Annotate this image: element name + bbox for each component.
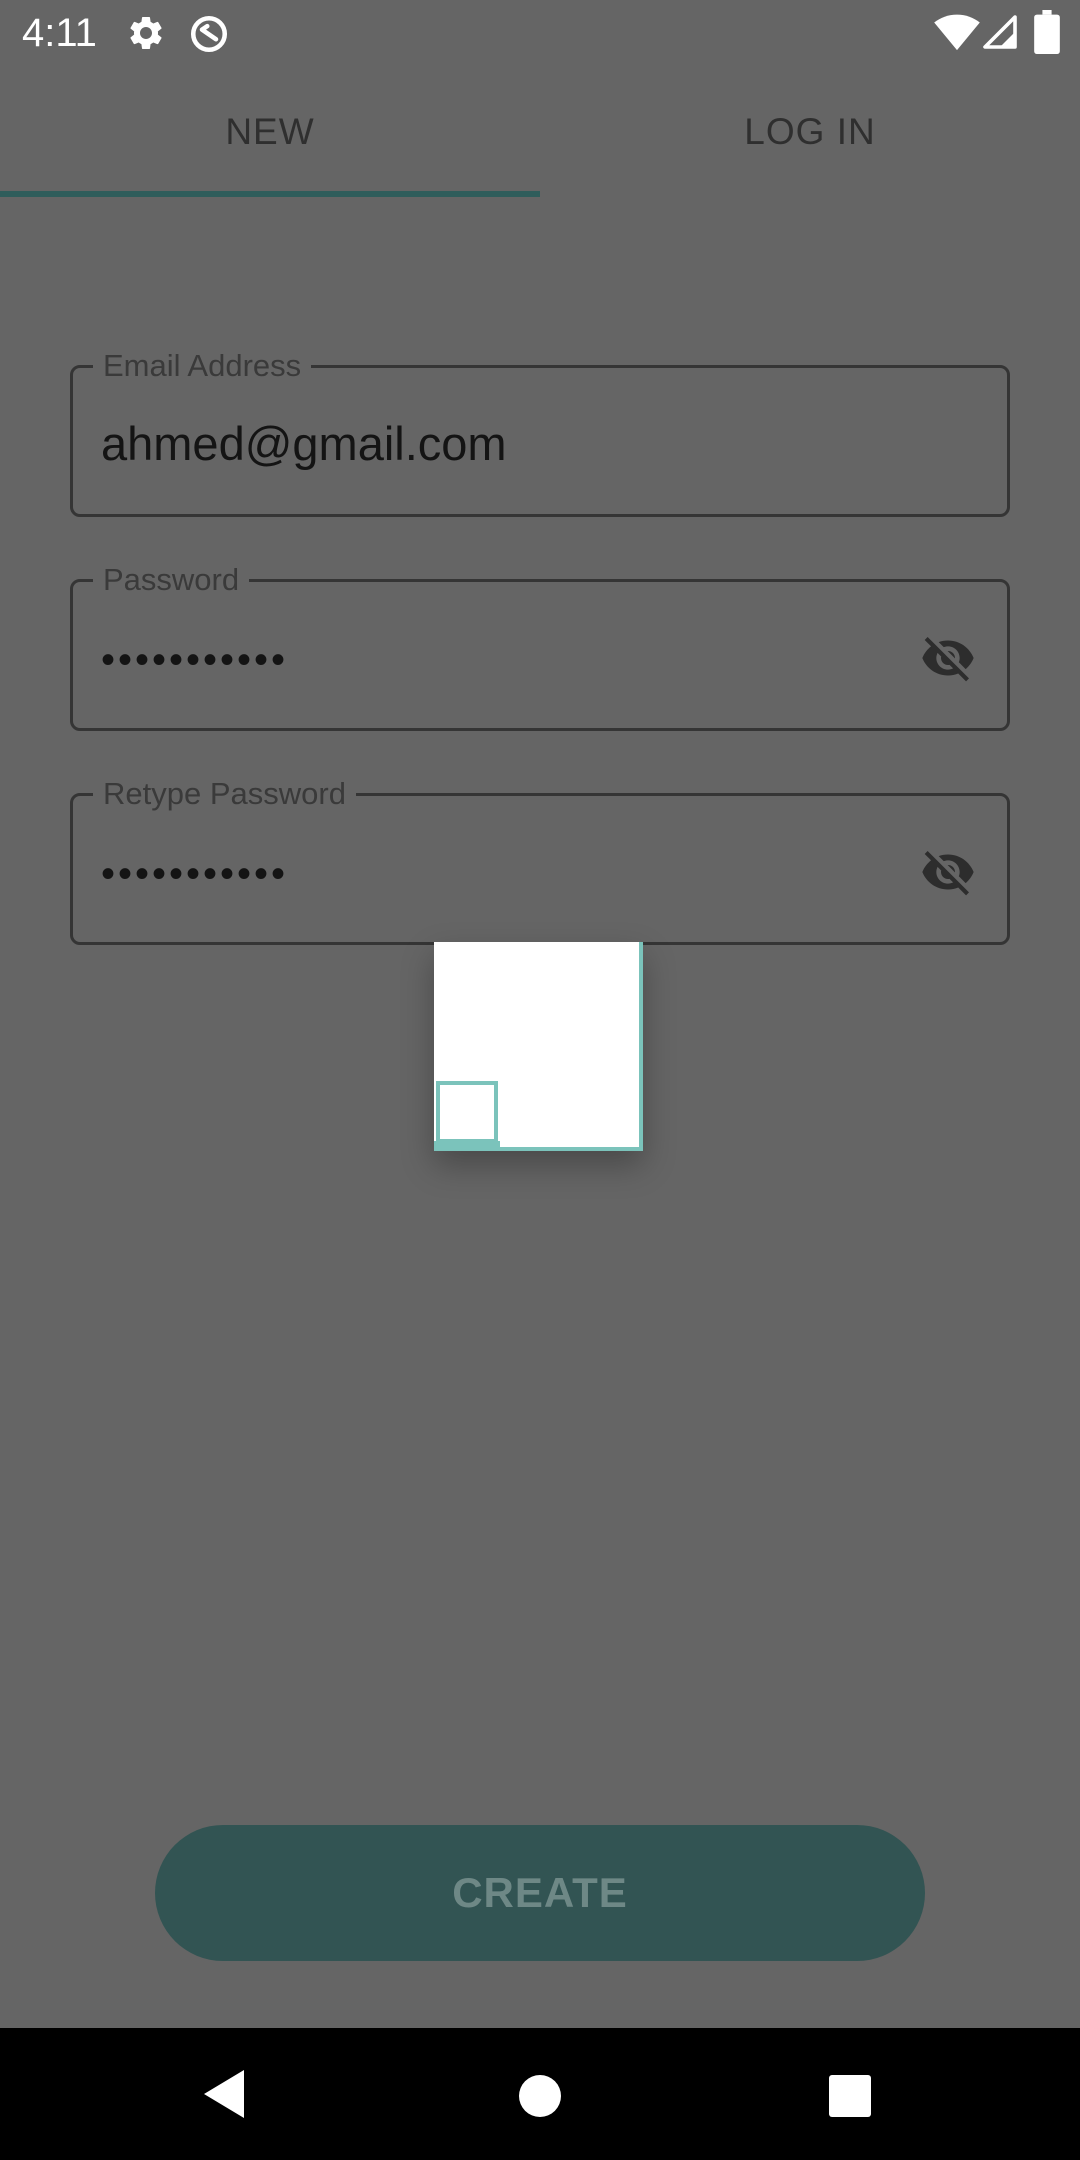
loading-indicator-bar — [434, 1141, 500, 1147]
wifi-icon — [934, 14, 980, 51]
retype-password-field[interactable]: Retype Password ••••••••••• — [70, 774, 1010, 945]
navigation-bar — [0, 2028, 1080, 2160]
email-field-label: Email Address — [93, 346, 312, 386]
visibility-off-icon[interactable] — [917, 844, 979, 900]
password-input[interactable]: ••••••••••• — [101, 632, 288, 688]
tab-new[interactable]: NEW — [0, 66, 540, 198]
selected-tab-indicator — [0, 191, 540, 197]
back-icon[interactable] — [200, 2068, 248, 2120]
cell-signal-icon — [983, 15, 1017, 49]
home-icon[interactable] — [518, 2074, 562, 2118]
tab-log-in-label: LOG IN — [744, 111, 876, 152]
loading-indicator — [434, 942, 643, 1151]
retype-password-input[interactable]: ••••••••••• — [101, 846, 288, 902]
create-button[interactable]: CREATE — [155, 1825, 925, 1961]
create-button-label: CREATE — [452, 1869, 628, 1916]
status-bar: 4:11 — [0, 0, 1080, 66]
loading-indicator-block — [436, 1081, 498, 1143]
tab-log-in[interactable]: LOG IN — [540, 66, 1080, 198]
email-field[interactable]: Email Address ahmed@gmail.com — [70, 346, 1010, 517]
tab-new-label: NEW — [225, 111, 315, 152]
retype-password-field-label: Retype Password — [93, 774, 356, 814]
recents-icon[interactable] — [829, 2075, 871, 2117]
password-field-label: Password — [93, 560, 250, 600]
data-saver-icon — [190, 15, 228, 53]
status-time: 4:11 — [22, 11, 97, 55]
visibility-off-icon[interactable] — [917, 630, 979, 686]
gear-icon — [130, 16, 162, 49]
email-input[interactable]: ahmed@gmail.com — [101, 416, 507, 472]
tab-bar: NEW LOG IN — [0, 66, 1080, 198]
battery-icon — [1034, 10, 1060, 54]
password-field[interactable]: Password ••••••••••• — [70, 560, 1010, 731]
